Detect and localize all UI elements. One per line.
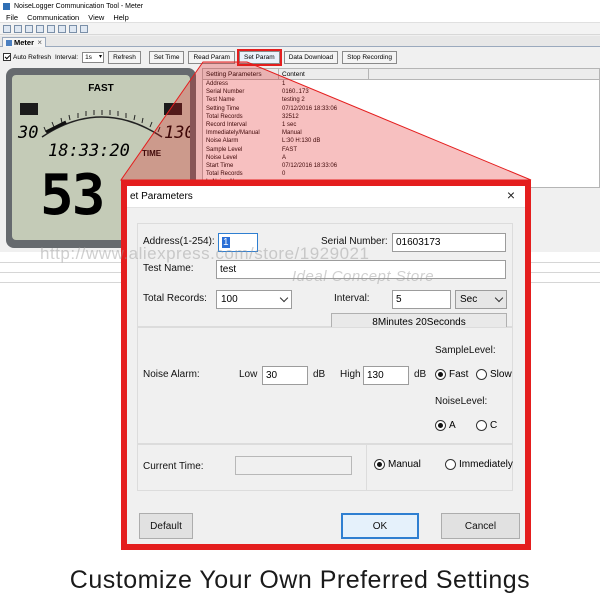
set-parameters-dialog: et Parameters × Address(1-254): 1 Serial… — [121, 180, 531, 550]
chevron-down-icon — [279, 293, 289, 303]
interval-input[interactable]: 5 — [392, 290, 451, 309]
serial-number-input[interactable]: 01603173 — [392, 233, 506, 252]
watermark-url: http://www.aliexpress.com/store/1929021 — [40, 244, 370, 263]
radio-unselected-icon — [476, 420, 487, 431]
radio-selected-icon — [435, 420, 446, 431]
radio-unselected-icon — [445, 459, 456, 470]
sample-level-label: SampleLevel: — [435, 345, 496, 356]
current-time-label: Current Time: — [143, 461, 204, 472]
high-label: High — [340, 369, 361, 380]
noise-a-label: A — [449, 420, 456, 431]
noise-c-radio[interactable]: C — [476, 420, 497, 431]
caption: Customize Your Own Preferred Settings — [69, 566, 531, 594]
interval-label: Interval: — [334, 293, 370, 304]
low-db-unit: dB — [313, 369, 326, 380]
dialog-title: et Parameters — [130, 191, 193, 202]
immediately-radio[interactable]: Immediately — [445, 459, 513, 470]
manual-label: Manual — [388, 459, 421, 470]
radio-selected-icon — [435, 369, 446, 380]
chevron-down-icon — [494, 293, 504, 303]
noise-c-label: C — [490, 420, 498, 431]
default-button[interactable]: Default — [139, 513, 193, 539]
cancel-button[interactable]: Cancel — [441, 513, 520, 539]
radio-selected-icon — [374, 459, 385, 470]
interval-unit-value: Sec — [460, 294, 478, 305]
high-alarm-input[interactable]: 130 — [363, 366, 409, 385]
current-time-field — [235, 456, 352, 475]
manual-radio[interactable]: Manual — [374, 459, 421, 470]
sample-fast-radio[interactable]: Fast — [435, 369, 468, 380]
time-settings-group: Current Time: Manual Immediately — [137, 444, 513, 491]
total-records-select[interactable]: 100 — [216, 290, 292, 309]
low-label: Low — [239, 369, 258, 380]
alarm-settings-group: Noise Alarm: Low 30 dB High 130 dB Sampl… — [137, 327, 513, 444]
watermark-store: Ideal Concept Store — [292, 268, 435, 285]
noise-alarm-label: Noise Alarm: — [143, 369, 200, 380]
divider — [366, 445, 367, 490]
sample-slow-radio[interactable]: Slow — [476, 369, 512, 380]
sample-slow-label: Slow — [490, 369, 512, 380]
high-db-unit: dB — [414, 369, 427, 380]
noise-a-radio[interactable]: A — [435, 420, 456, 431]
noise-level-label: NoiseLevel: — [435, 396, 488, 407]
interval-unit-select[interactable]: Sec — [455, 290, 507, 309]
radio-unselected-icon — [476, 369, 487, 380]
sample-fast-label: Fast — [449, 369, 469, 380]
total-records-value: 100 — [221, 294, 238, 305]
total-records-label: Total Records: — [143, 293, 207, 304]
low-alarm-input[interactable]: 30 — [262, 366, 308, 385]
close-icon[interactable]: × — [507, 187, 515, 203]
immediately-label: Immediately — [459, 459, 513, 470]
ok-button[interactable]: OK — [341, 513, 419, 539]
test-name-label: Test Name: — [143, 263, 194, 274]
dialog-titlebar: et Parameters × — [127, 186, 525, 208]
